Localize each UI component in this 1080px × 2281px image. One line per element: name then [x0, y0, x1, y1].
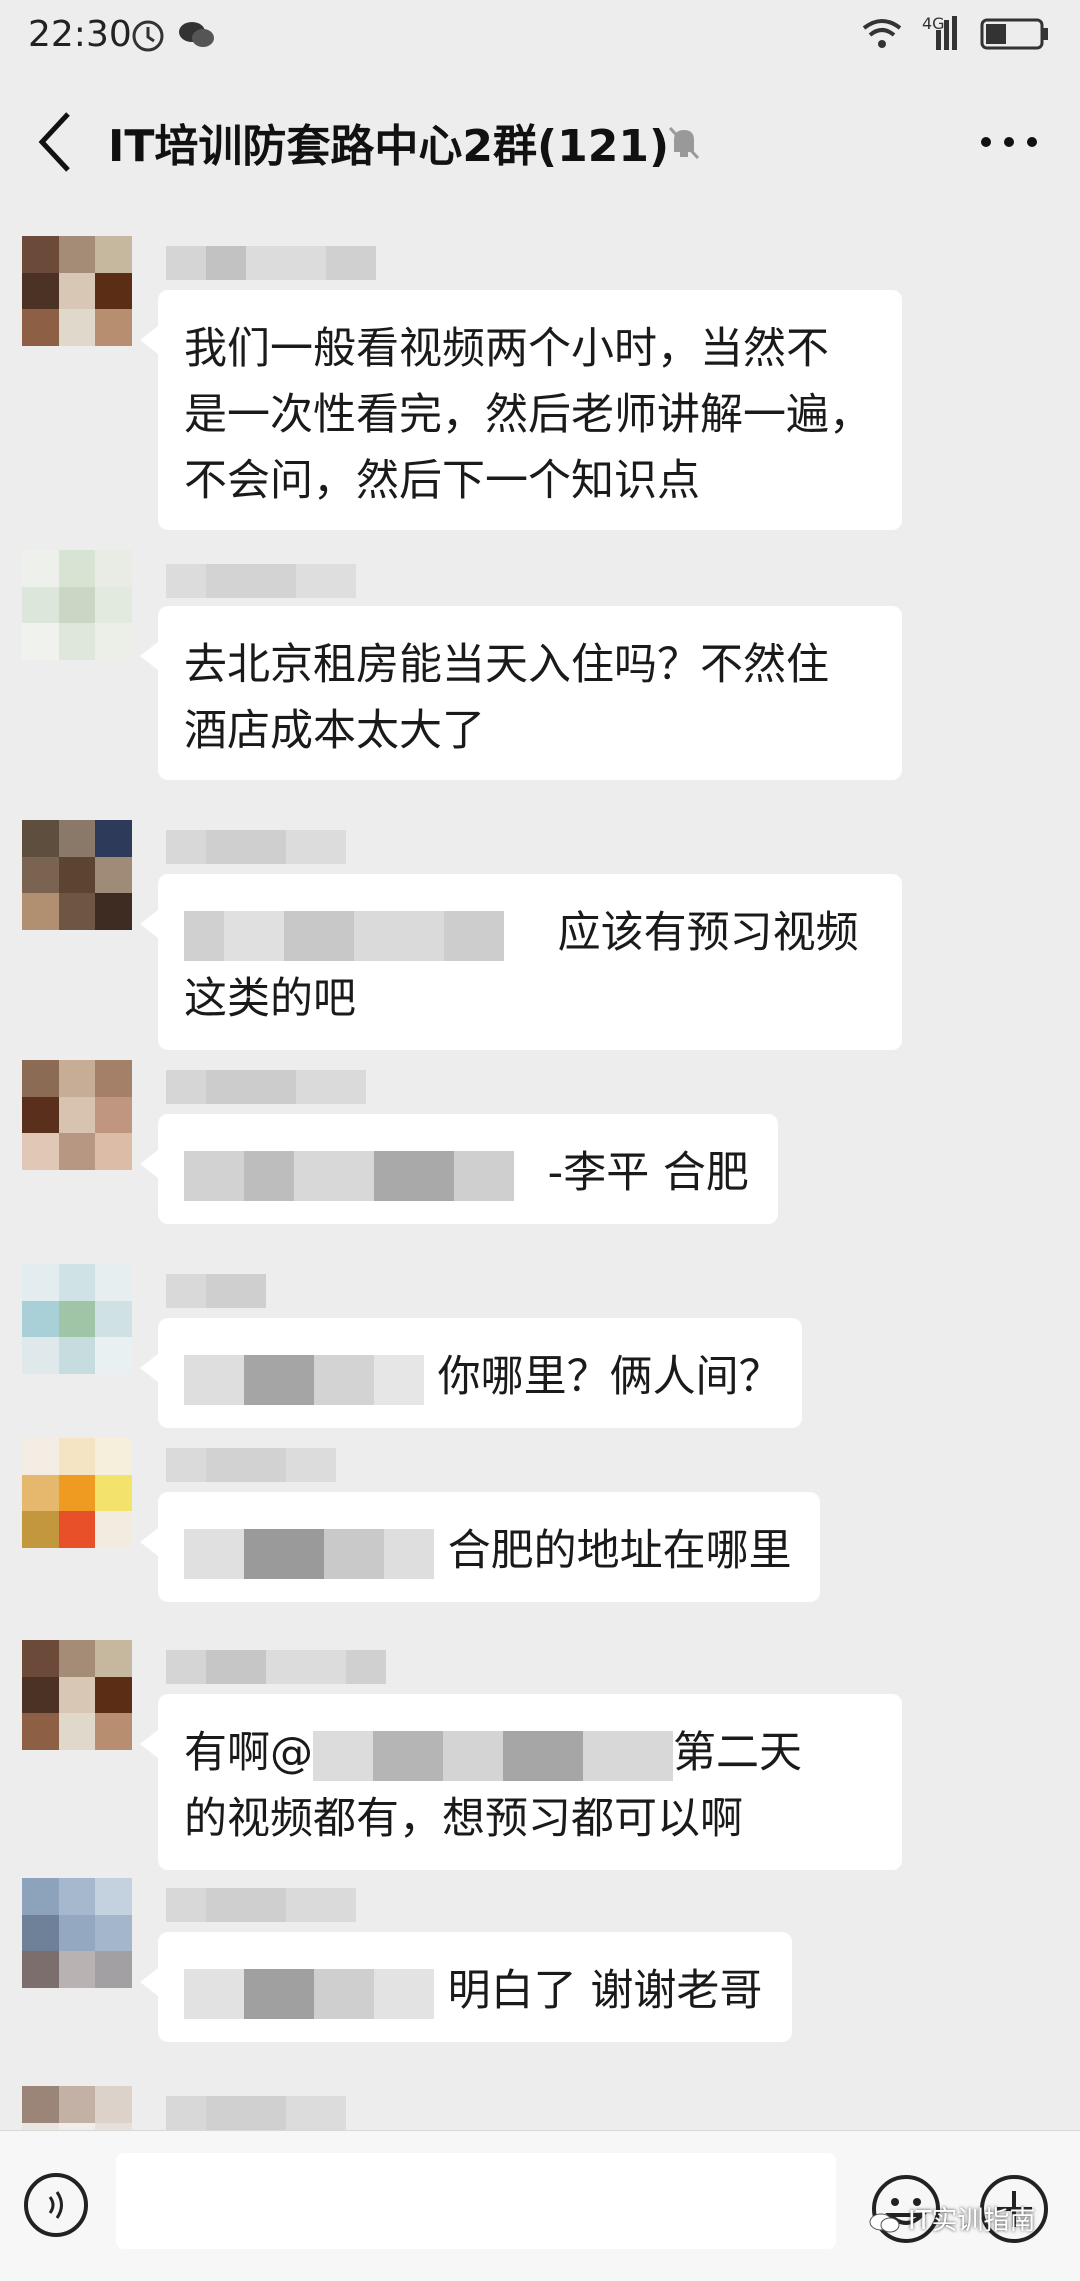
avatar[interactable] [22, 2086, 132, 2130]
avatar[interactable] [22, 1060, 132, 1170]
back-icon[interactable] [34, 108, 80, 176]
redacted-text [313, 1730, 673, 1781]
redacted-text [184, 1354, 424, 1405]
message-text: 是一次性看完，然后老师讲解一遍， [184, 390, 872, 440]
avatar[interactable] [22, 1878, 132, 1988]
message-bubble[interactable]: -李平 合肥 [140, 1114, 778, 1224]
watermark-text: IT实训指南 [908, 2206, 1036, 2236]
message-list[interactable]: 我们一般看视频两个小时，当然不 是一次性看完，然后老师讲解一遍， 不会问，然后下… [0, 206, 1080, 2130]
message-input[interactable] [116, 2153, 836, 2249]
nickname-blurred [166, 564, 356, 598]
message-text-line: 明白了 谢谢老哥 [184, 1958, 766, 2024]
message-bubble[interactable]: 合肥的地址在哪里 [140, 1492, 820, 1602]
nickname-blurred [166, 1274, 266, 1308]
avatar[interactable] [22, 1438, 132, 1548]
wechat-icon [179, 22, 214, 47]
more-dots-icon[interactable] [974, 122, 1044, 162]
avatar[interactable] [22, 820, 132, 930]
nickname-blurred [166, 2096, 346, 2130]
watermark: IT实训指南 [868, 2200, 1036, 2237]
nickname-blurred [166, 1070, 366, 1104]
message-bubble[interactable]: 去北京租房能当天入住吗？不然住 酒店成本太大了 [140, 606, 902, 780]
wifi-icon [862, 19, 902, 48]
message-bubble[interactable]: 有啊@ 第二天 的视频都有，想预习都可以啊 [140, 1694, 902, 1870]
message-text-line: 你哪里？俩人间？ [184, 1344, 782, 1410]
message-text: 明白了 谢谢老哥 [447, 1966, 763, 2016]
message-bubble[interactable]: 明白了 谢谢老哥 [140, 1932, 792, 2042]
message-text: 我们一般看视频两个小时，当然不 [184, 324, 829, 374]
battery-icon [980, 18, 1048, 50]
chat-header: IT培训防套路中心2群(121) [0, 78, 1080, 206]
avatar[interactable] [22, 236, 132, 346]
voice-icon[interactable] [24, 2173, 88, 2237]
message-text-line: 有啊@ 第二天 [184, 1720, 876, 1786]
message-bubble[interactable]: 我们一般看视频两个小时，当然不 是一次性看完，然后老师讲解一遍， 不会问，然后下… [140, 290, 902, 530]
message-text: 酒店成本太大了 [184, 706, 485, 756]
bell-off-icon [668, 126, 700, 160]
message-text: 有啊@ [184, 1728, 313, 1778]
avatar[interactable] [22, 1640, 132, 1750]
message-text: 第二天 [673, 1728, 802, 1778]
message-bubble[interactable]: 应该有预习视频 这类的吧 [140, 874, 902, 1050]
redacted-text [184, 1968, 434, 2019]
message-text-line: -李平 合肥 [184, 1140, 752, 1206]
message-bubble[interactable]: 你哪里？俩人间？ [140, 1318, 802, 1428]
redacted-text [184, 1150, 534, 1201]
avatar[interactable] [22, 1264, 132, 1374]
message-text-line: 合肥的地址在哪里 [184, 1518, 794, 1584]
message-text: 你哪里？俩人间？ [437, 1352, 782, 1402]
redacted-text [184, 910, 544, 961]
message-text: 不会问，然后下一个知识点 [184, 456, 700, 506]
message-text-line: 应该有预习视频 [184, 900, 876, 966]
message-text: 的视频都有，想预习都可以啊 [184, 1794, 743, 1844]
nickname-blurred [166, 1888, 356, 1922]
signal-icon [936, 16, 957, 50]
avatar[interactable] [22, 550, 132, 660]
nickname-blurred [166, 1650, 386, 1684]
wechat-logo-icon [869, 2213, 900, 2232]
alarm-icon [132, 20, 164, 52]
redacted-text [184, 1528, 434, 1579]
message-text: -李平 合肥 [547, 1148, 749, 1198]
message-text: 去北京租房能当天入住吗？不然住 [184, 640, 829, 690]
nickname-blurred [166, 830, 346, 864]
message-text: 应该有预习视频 [557, 908, 859, 958]
nickname-blurred [166, 246, 376, 280]
message-text: 合肥的地址在哪里 [447, 1526, 792, 1576]
message-text: 这类的吧 [184, 974, 356, 1024]
chat-title: IT培训防套路中心2群(121) [108, 121, 670, 172]
status-bar: 22:30 4G [0, 0, 1080, 78]
nickname-blurred [166, 1448, 336, 1482]
status-time: 22:30 [28, 14, 132, 55]
